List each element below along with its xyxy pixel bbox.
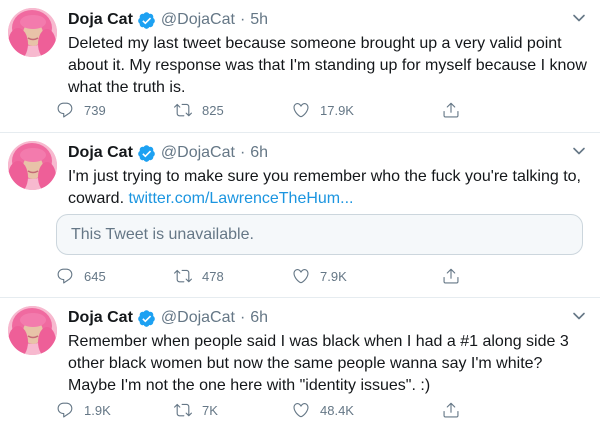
user-handle[interactable]: @DojaCat [161,144,235,162]
heart-icon [292,101,310,119]
reply-icon [56,267,74,285]
retweet-icon [174,401,192,419]
heart-icon [292,267,310,285]
tweet-header: Doja Cat @DojaCat · 6h [68,307,268,329]
reply-count: 739 [84,102,106,118]
tweet-feed: Doja Cat @DojaCat · 5h Deleted my last t… [0,0,600,432]
reply-count: 645 [84,268,106,284]
verified-badge-icon [137,11,156,30]
avatar[interactable] [8,8,57,57]
separator-dot: · [239,144,246,161]
reply-button[interactable]: 1.9K [56,401,174,419]
share-button[interactable] [442,401,472,419]
avatar[interactable] [8,141,57,190]
like-button[interactable]: 48.4K [292,401,442,419]
like-count: 17.9K [320,102,354,118]
avatar[interactable] [8,306,57,355]
reply-icon [56,101,74,119]
retweet-count: 825 [202,102,224,118]
tweet[interactable]: Doja Cat @DojaCat · 6h Remember when peo… [0,298,600,432]
reply-count: 1.9K [84,402,111,418]
tweet-header: Doja Cat @DojaCat · 6h [68,142,268,164]
tweet[interactable]: Doja Cat @DojaCat · 5h Deleted my last t… [0,0,600,133]
chevron-down-icon[interactable] [572,11,586,25]
retweet-count: 478 [202,268,224,284]
timestamp[interactable]: 5h [250,11,268,29]
share-button[interactable] [442,101,472,119]
separator-dot: · [239,309,246,326]
user-handle[interactable]: @DojaCat [161,11,235,29]
reply-icon [56,401,74,419]
timestamp[interactable]: 6h [250,309,268,327]
reply-button[interactable]: 739 [56,101,174,119]
tweet-actions: 739 825 17.9K [56,100,496,120]
like-count: 48.4K [320,402,354,418]
like-button[interactable]: 7.9K [292,267,442,285]
display-name[interactable]: Doja Cat [68,144,133,162]
quoted-tweet-card[interactable]: This Tweet is unavailable. [56,214,583,255]
retweet-button[interactable]: 7K [174,401,292,419]
verified-badge-icon [137,309,156,328]
timestamp[interactable]: 6h [250,144,268,162]
tweet-actions: 645 478 7.9K [56,266,496,286]
tweet-header: Doja Cat @DojaCat · 5h [68,9,268,31]
verified-badge-icon [137,144,156,163]
share-icon [442,101,460,119]
retweet-icon [174,267,192,285]
share-icon [442,401,460,419]
like-button[interactable]: 17.9K [292,101,442,119]
display-name[interactable]: Doja Cat [68,11,133,29]
retweet-button[interactable]: 825 [174,101,292,119]
heart-icon [292,401,310,419]
separator-dot: · [239,11,246,28]
tweet-text: I'm just trying to make sure you remembe… [68,166,588,210]
tweet-actions: 1.9K 7K 48.4K [56,400,496,420]
like-count: 7.9K [320,268,347,284]
user-handle[interactable]: @DojaCat [161,309,235,327]
chevron-down-icon[interactable] [572,309,586,323]
retweet-icon [174,101,192,119]
tweet-link[interactable]: twitter.com/LawrenceTheHum... [128,190,353,207]
retweet-button[interactable]: 478 [174,267,292,285]
tweet-text: Deleted my last tweet because someone br… [68,35,587,96]
share-button[interactable] [442,267,472,285]
tweet-text: Remember when people said I was black wh… [68,333,569,394]
tweet[interactable]: Doja Cat @DojaCat · 6h I'm just trying t… [0,133,600,298]
retweet-count: 7K [202,402,218,418]
display-name[interactable]: Doja Cat [68,309,133,327]
share-icon [442,267,460,285]
chevron-down-icon[interactable] [572,144,586,158]
reply-button[interactable]: 645 [56,267,174,285]
